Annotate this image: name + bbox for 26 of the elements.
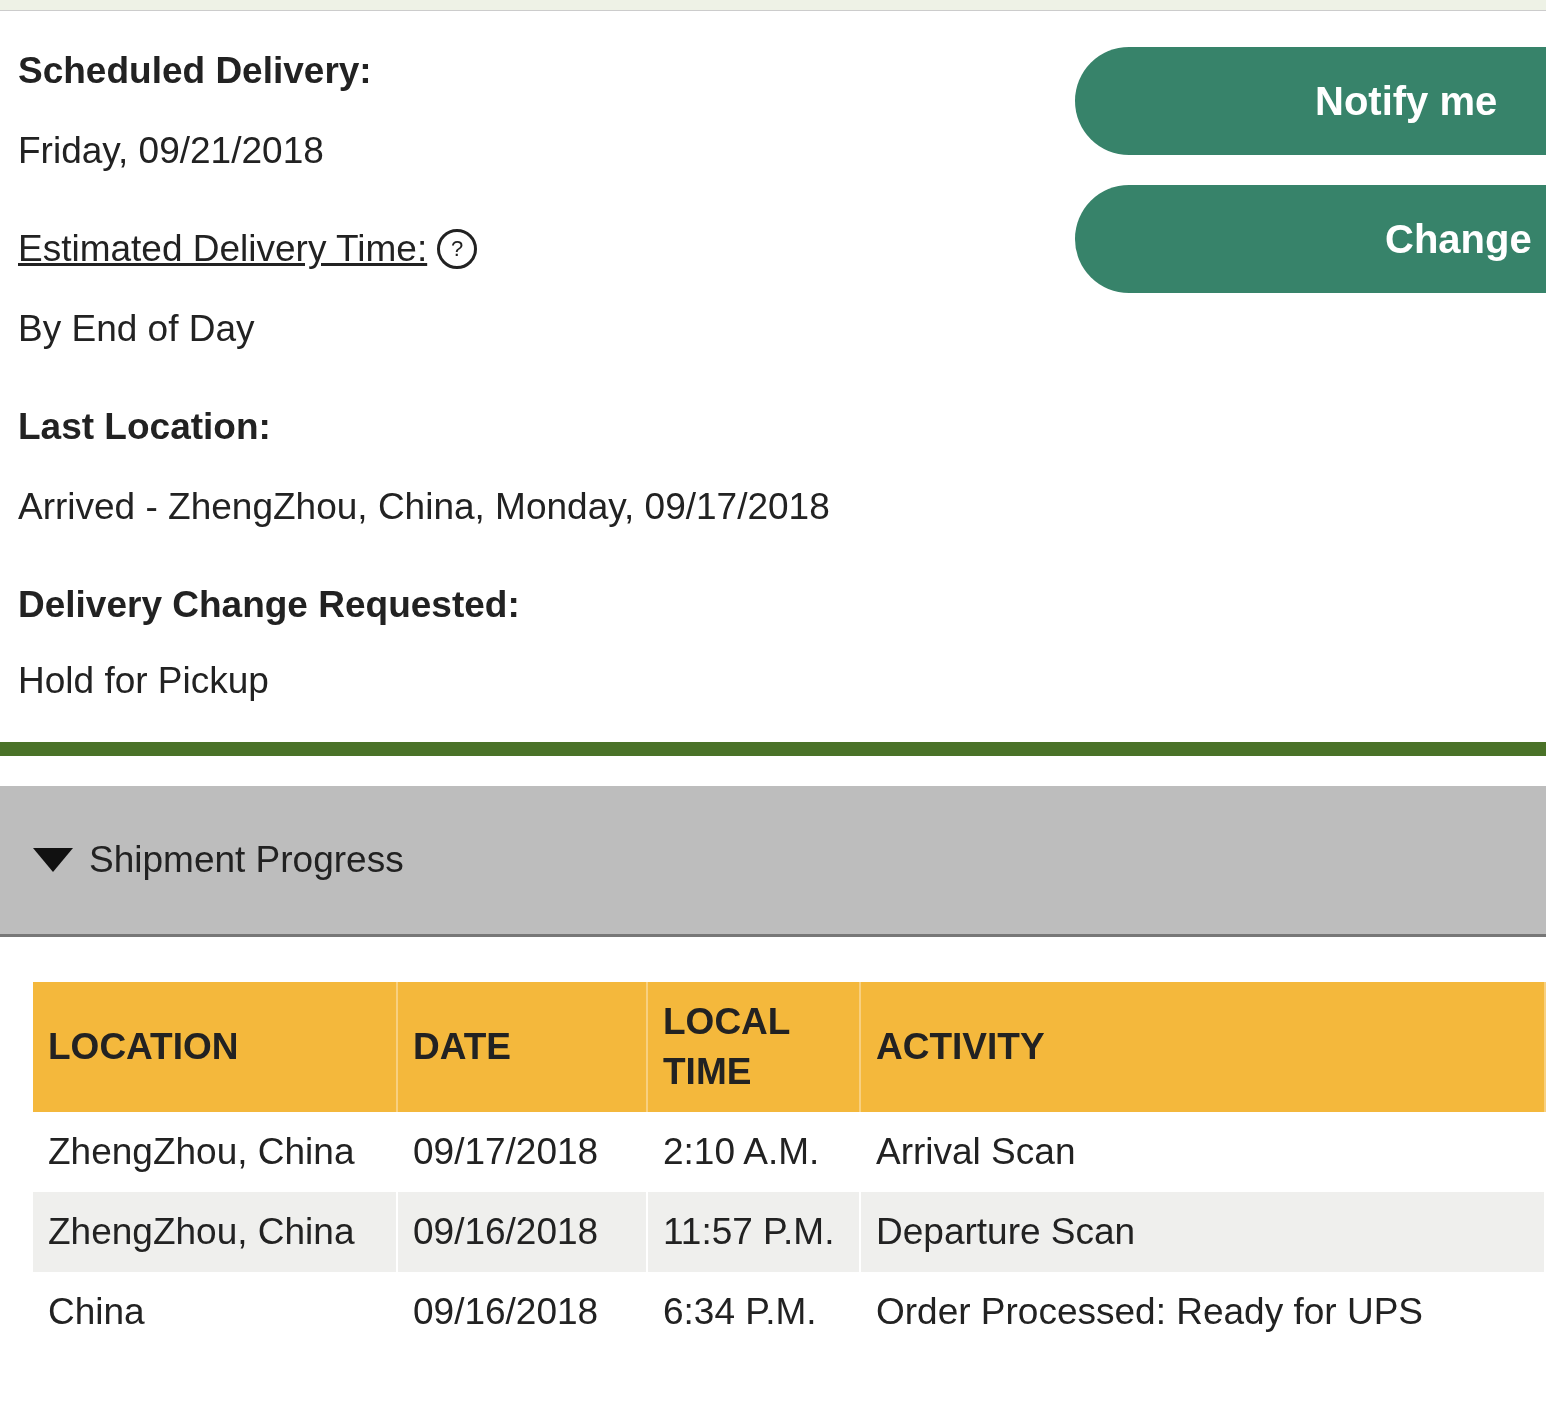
column-header: ACTIVITY bbox=[861, 982, 1546, 1112]
column-header: LOCAL TIME bbox=[648, 982, 861, 1112]
field-value: Friday, 09/21/2018 bbox=[18, 129, 325, 173]
change-button[interactable]: Change bbox=[1075, 185, 1546, 293]
column-header: DATE bbox=[398, 982, 648, 1112]
field-value: Hold for Pickup bbox=[18, 659, 270, 703]
table-cell: Order Processed: Ready for UPS bbox=[861, 1272, 1546, 1352]
notify-button[interactable]: Notify me bbox=[1075, 47, 1546, 155]
table-cell: China bbox=[33, 1272, 398, 1352]
table-cell: ZhengZhou, China bbox=[33, 1192, 398, 1272]
field-label: Last Location: bbox=[18, 405, 272, 449]
field-value: Arrived - ZhengZhou, China, Monday, 09/17/2018 bbox=[18, 485, 830, 529]
section-title: Shipment Progress bbox=[89, 839, 404, 881]
column-header: LOCATION bbox=[33, 982, 398, 1112]
table-cell: 09/16/2018 bbox=[398, 1272, 648, 1352]
help-icon[interactable]: ? bbox=[437, 229, 478, 269]
field-value: By End of Day bbox=[18, 307, 256, 351]
field-label: Scheduled Delivery: bbox=[18, 49, 373, 93]
field-label: Delivery Change Requested: bbox=[18, 583, 521, 627]
table-cell: 11:57 P.M. bbox=[648, 1192, 861, 1272]
caret-down-icon bbox=[33, 848, 73, 872]
table-cell: Departure Scan bbox=[861, 1192, 1546, 1272]
estimated-delivery-link[interactable]: Estimated Delivery Time: bbox=[18, 219, 428, 279]
table-cell: 09/16/2018 bbox=[398, 1192, 648, 1272]
table-cell: 6:34 P.M. bbox=[648, 1272, 861, 1352]
progress-header[interactable]: Shipment Progress bbox=[0, 786, 1546, 937]
